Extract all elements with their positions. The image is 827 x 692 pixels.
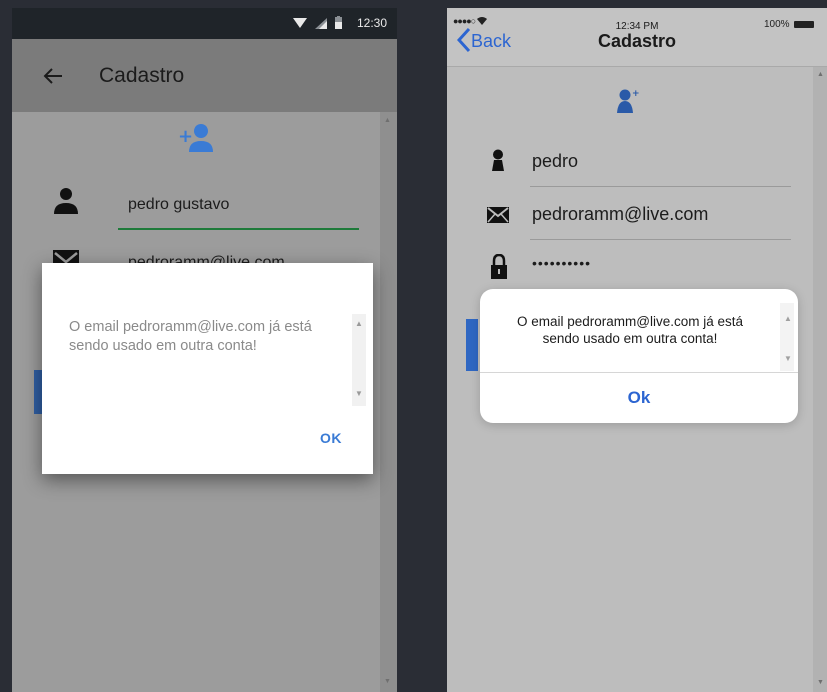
name-field[interactable]: pedro gustavo	[128, 196, 229, 214]
page-title: Cadastro	[597, 31, 677, 51]
scroll-down-icon[interactable]: ▼	[384, 678, 391, 685]
add-user-icon: +	[178, 122, 218, 156]
wifi-icon	[293, 17, 307, 29]
dialog-message: O email pedroramm@live.com já está sendo…	[69, 319, 312, 354]
add-user-icon: +	[614, 88, 640, 114]
scroll-down-icon[interactable]: ▼	[355, 389, 363, 398]
android-app-bar: Cadastro	[12, 39, 397, 112]
page-title: Cadastro	[99, 64, 185, 87]
register-button-edge[interactable]	[466, 319, 478, 371]
android-alert-dialog: ▲ ▼ O email pedroramm@live.com já está s…	[42, 263, 373, 474]
name-field-underline	[118, 228, 359, 230]
ok-button[interactable]: OK	[320, 430, 342, 446]
battery-icon	[794, 21, 814, 28]
envelope-icon	[487, 207, 509, 223]
scrollbar[interactable]: ▲ ▼	[380, 112, 397, 692]
person-icon	[53, 187, 79, 215]
lock-icon	[491, 254, 507, 280]
name-field[interactable]: pedro	[532, 151, 578, 172]
status-time: 12:30	[356, 16, 387, 30]
scroll-down-icon[interactable]: ▼	[817, 679, 824, 686]
scroll-up-icon[interactable]: ▲	[384, 117, 391, 124]
name-field-underline	[530, 186, 791, 187]
cell-signal-icon	[315, 18, 327, 29]
person-icon	[489, 149, 507, 171]
battery-percent: 100%	[764, 19, 790, 30]
email-field-underline	[530, 239, 791, 240]
scroll-up-icon[interactable]: ▲	[355, 319, 363, 328]
ok-button[interactable]: Ok	[480, 388, 798, 408]
scrollbar[interactable]: ▲ ▼	[813, 67, 827, 692]
register-button-edge[interactable]	[34, 370, 42, 414]
android-status-bar: 12:30	[12, 8, 397, 39]
email-field[interactable]: pedroramm@live.com	[532, 204, 708, 225]
scroll-up-icon[interactable]: ▲	[817, 71, 824, 78]
ios-navigation-bar: ●●●●○ 12:34 PM 100% Back Cadastro	[447, 8, 827, 67]
dialog-message: O email pedroramm@live.com já está sendo…	[516, 314, 744, 346]
svg-text:+: +	[178, 126, 193, 147]
svg-text:+: +	[632, 89, 640, 99]
password-field[interactable]: ••••••••••	[532, 255, 591, 271]
scroll-down-icon[interactable]: ▼	[784, 354, 792, 363]
dialog-divider	[480, 372, 798, 373]
battery-icon	[335, 16, 342, 29]
scroll-up-icon[interactable]: ▲	[784, 314, 792, 323]
back-arrow-icon[interactable]	[40, 63, 66, 89]
ios-alert-dialog: ▲ ▼ O email pedroramm@live.com já está s…	[480, 289, 798, 423]
